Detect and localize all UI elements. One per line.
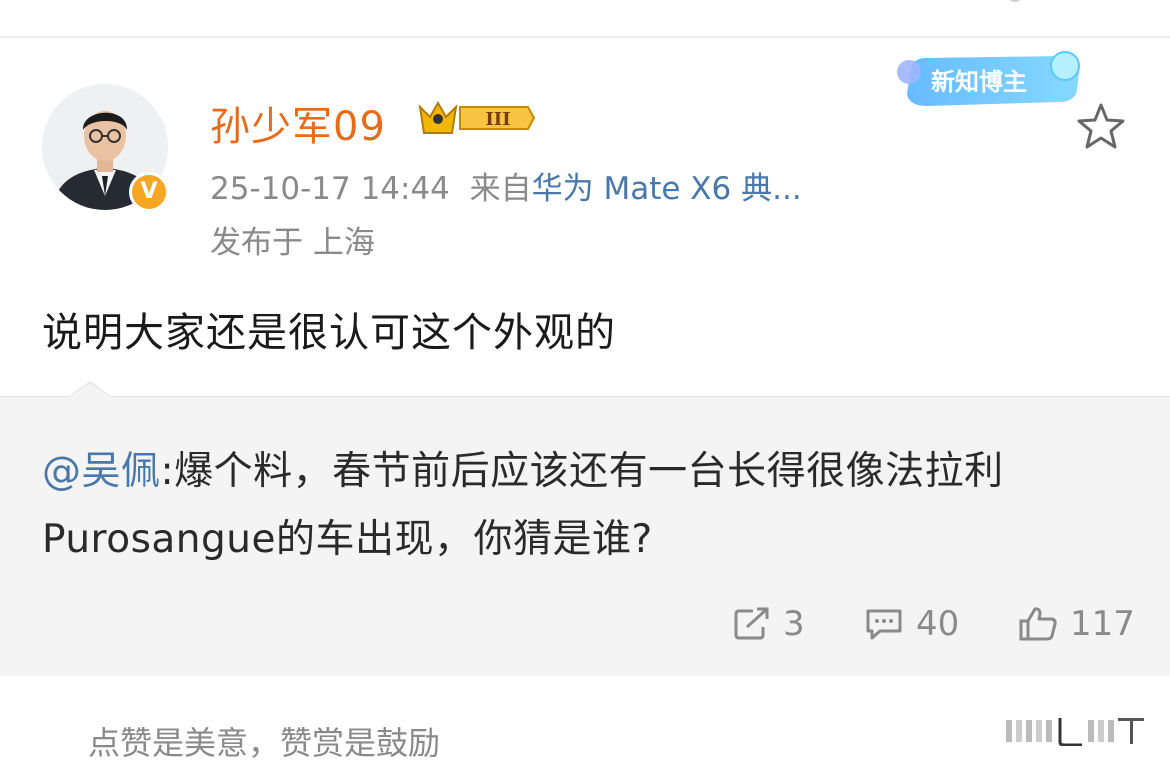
- like-count: 117: [1070, 604, 1135, 644]
- source-prefix: 来自: [469, 171, 532, 207]
- repost-icon: [734, 607, 769, 640]
- quoted-author-mention[interactable]: @吴佩: [42, 449, 161, 494]
- verified-badge-icon: V: [129, 172, 169, 212]
- comment-button[interactable]: 40: [864, 604, 959, 644]
- repost-button[interactable]: 3: [733, 604, 805, 644]
- device-source-link[interactable]: 华为 Mate X6 典...: [532, 171, 802, 207]
- like-button[interactable]: 117: [1018, 604, 1135, 644]
- quoted-body: :爆个料，春节前后应该还有一台长得很像法拉利Purosangue的车出现，你猜是…: [42, 449, 1004, 562]
- post-location: 发布于 上海: [210, 225, 375, 261]
- verified-badge-text: V: [140, 179, 158, 204]
- top-cropped-icon: [1010, 0, 1020, 2]
- creator-badge-text: 新知博主: [931, 68, 1027, 96]
- reward-prompt: 点赞是美意，赞赏是鼓励: [88, 724, 441, 762]
- post-meta: 25-10-17 14:44 来自华为 Mate X6 典...: [210, 163, 802, 208]
- reward-supporters-icon[interactable]: [1004, 714, 1154, 746]
- creator-badge-icon: 新知博主: [897, 51, 1080, 106]
- comment-icon: [866, 609, 902, 640]
- post-timestamp: 25-10-17 14:44: [210, 171, 450, 207]
- crown-level-badge-icon: III: [418, 100, 536, 134]
- level-badge-text: III: [485, 109, 510, 130]
- comment-count: 40: [916, 604, 960, 644]
- post-text: 说明大家还是很认可这个外观的: [42, 310, 616, 356]
- favorite-star-icon[interactable]: [1074, 100, 1128, 154]
- quoted-post-text[interactable]: @吴佩:爆个料，春节前后应该还有一台长得很像法拉利Purosangue的车出现，…: [42, 438, 1122, 574]
- user-name[interactable]: 孙少军09: [210, 94, 386, 152]
- thumbs-up-icon: [1019, 607, 1057, 641]
- top-divider: [0, 36, 1170, 38]
- quote-pointer-fill: [70, 383, 110, 397]
- repost-count: 3: [783, 604, 805, 644]
